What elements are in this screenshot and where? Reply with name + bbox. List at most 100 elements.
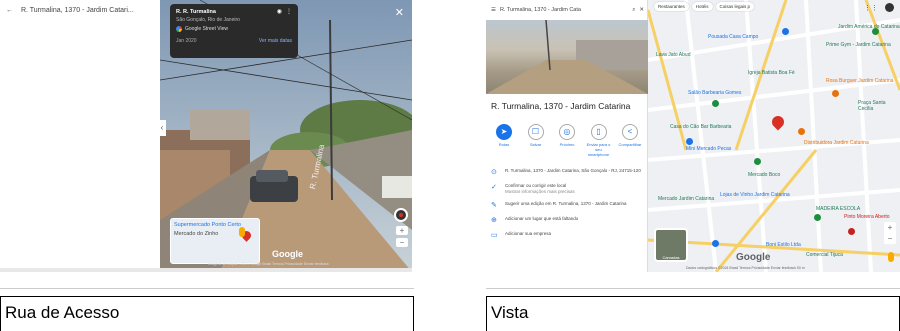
- caption-right: Vista: [486, 296, 900, 331]
- category-chips: Restaurantes Hotéis Coisas legais p: [654, 2, 755, 11]
- map-place-label[interactable]: Mini Mercado Pecas: [686, 146, 731, 152]
- poi-marker[interactable]: [782, 28, 789, 35]
- info-card-source-label: Google Street View: [185, 26, 228, 32]
- place-title: R. Turmalina, 1370 - Jardim Catarina: [491, 101, 631, 111]
- edit-icon: ✎: [491, 201, 497, 209]
- street-view-title: R. Turmalina, 1370 - Jardim Catari...: [20, 7, 134, 14]
- zoom-out-button[interactable]: −: [396, 238, 408, 247]
- caption-divider: [0, 288, 414, 289]
- poi-marker[interactable]: [712, 240, 719, 247]
- map-place-label[interactable]: Praça Santa Cecília: [858, 100, 900, 112]
- menu-icon[interactable]: ☰: [491, 7, 496, 13]
- poi-marker[interactable]: [872, 28, 879, 35]
- place-photo[interactable]: [486, 20, 648, 94]
- list-item-label: Adicionar um lugar que está faltando: [505, 215, 579, 221]
- layers-button[interactable]: Camadas: [654, 228, 688, 262]
- action-save-button[interactable]: ☐ Salvar: [522, 124, 550, 157]
- apps-icon[interactable]: ⋮⋮: [864, 4, 878, 12]
- place-photo-graphic: [486, 20, 648, 94]
- poi-marker[interactable]: [832, 90, 839, 97]
- action-label: Compartilhar: [618, 142, 642, 147]
- category-chip[interactable]: Coisas legais p: [715, 2, 755, 11]
- map-place-label[interactable]: Boni Estilo Ltda: [766, 242, 801, 248]
- location-info-card: R. R. Turmalina São Gonçalo, Rio de Jane…: [170, 4, 298, 58]
- list-item[interactable]: ⊕ Adicionar um lugar que está faltando: [491, 216, 645, 225]
- map-place-label[interactable]: Lojas de Vinho Jardim Catarina: [720, 192, 790, 198]
- map-place-label[interactable]: Rosa Burguer Jardim Catarina: [826, 78, 894, 84]
- poi-marker[interactable]: [814, 214, 821, 221]
- list-item-text: R. Turmalina, 1370 - Jardim Catarina, Sã…: [505, 168, 641, 177]
- more-dates-link[interactable]: Ver mais datas: [259, 38, 292, 44]
- map-place-label[interactable]: Jardim América do Catarina: [838, 24, 900, 30]
- directions-icon: ➤: [496, 124, 512, 140]
- action-label: Próximo: [559, 142, 575, 147]
- zoom-in-button[interactable]: +: [396, 226, 408, 235]
- caption-left: Rua de Acesso: [0, 296, 414, 331]
- location-pin-icon: ◉: [276, 9, 282, 15]
- category-chip[interactable]: Restaurantes: [654, 2, 689, 11]
- map-place-label[interactable]: Mercado Boco: [748, 172, 780, 178]
- phone-icon: ▯: [590, 124, 607, 140]
- list-item-text: Adicionar um lugar que está faltando: [505, 216, 578, 225]
- more-options-icon[interactable]: ⋮: [286, 8, 292, 15]
- info-card-title: R. R. Turmalina: [176, 9, 216, 15]
- nearby-icon: ◎: [559, 124, 575, 140]
- minimap[interactable]: Supermercado Ponto Certo Mercado do Zinh…: [170, 218, 260, 264]
- poi-marker[interactable]: [754, 158, 761, 165]
- maps-window: ☰ R. Turmalina, 1370 - Jardim Cata ⌕ ✕ R…: [486, 0, 900, 272]
- poi-marker[interactable]: [848, 228, 855, 235]
- close-search-icon[interactable]: ✕: [639, 7, 644, 13]
- search-bar[interactable]: ☰ R. Turmalina, 1370 - Jardim Cata ⌕ ✕: [488, 2, 644, 18]
- search-icon[interactable]: ⌕: [632, 7, 635, 14]
- map-place-label[interactable]: Pousada Casa Campo: [708, 34, 758, 40]
- zoom-controls[interactable]: + −: [884, 222, 896, 244]
- collapse-panel-icon[interactable]: ‹: [158, 120, 166, 136]
- list-item-label: Sugerir uma edição em R. Turmalina, 1370…: [505, 200, 627, 206]
- map-place-label[interactable]: MADEIRA ESCOLA: [816, 206, 860, 212]
- list-item[interactable]: ⊙ R. Turmalina, 1370 - Jardim Catarina, S…: [491, 168, 645, 177]
- place-details-panel: ☰ R. Turmalina, 1370 - Jardim Cata ⌕ ✕ R…: [486, 0, 648, 272]
- map-place-label[interactable]: Comercial Tijuca: [806, 252, 843, 258]
- poi-marker[interactable]: [798, 128, 805, 135]
- category-chip[interactable]: Hotéis: [691, 2, 713, 11]
- back-arrow-icon[interactable]: ←: [6, 7, 13, 14]
- list-item[interactable]: ✎ Sugerir uma edição em R. Turmalina, 137…: [491, 201, 645, 210]
- google-logo-icon: [176, 26, 182, 32]
- google-watermark: Google: [272, 249, 303, 259]
- list-item[interactable]: ▭ Adicionar sua empresa: [491, 231, 645, 240]
- record-icon[interactable]: [394, 208, 408, 222]
- pegman-icon[interactable]: [888, 252, 894, 262]
- poi-marker[interactable]: [686, 138, 693, 145]
- street-view-panorama[interactable]: R. R. Turmalina São Gonçalo, Rio de Jane…: [160, 0, 412, 272]
- pegman-icon[interactable]: [239, 227, 245, 237]
- save-icon: ☐: [527, 124, 544, 140]
- list-item[interactable]: ✓ Confirmar ou corrigir este local Mostrar…: [491, 183, 645, 195]
- map-place-label[interactable]: Casa do Cão Bar Barbearia: [670, 124, 731, 130]
- action-nearby-button[interactable]: ◎ Próximo: [553, 124, 581, 157]
- action-label: Rotas: [498, 142, 510, 147]
- action-label: Enviar para o seu smartphone: [586, 142, 611, 157]
- list-item-text: Confirmar ou corrigir este local Mostrar …: [505, 183, 575, 195]
- map-place-label[interactable]: Salão Barbearia Gomes: [688, 90, 741, 96]
- street-view-bottom-bar: [0, 268, 412, 272]
- map-place-label[interactable]: Mercado Jardim Catarina: [658, 196, 714, 202]
- info-card-subtitle: São Gonçalo, Rio de Janeiro: [176, 17, 240, 23]
- search-input[interactable]: R. Turmalina, 1370 - Jardim Cata: [500, 7, 628, 13]
- close-icon[interactable]: ✕: [395, 6, 404, 19]
- info-card-date-row: Jan 2020 Ver mais datas: [176, 38, 292, 44]
- action-share-button[interactable]: < Compartilhar: [616, 124, 644, 157]
- map-place-label[interactable]: Igreja Batista Boa Fé: [748, 70, 795, 76]
- action-label: Salvar: [529, 142, 542, 147]
- poi-marker[interactable]: [712, 100, 719, 107]
- list-item-text: Adicionar sua empresa: [505, 231, 551, 240]
- action-phone-button[interactable]: ▯ Enviar para o seu smartphone: [585, 124, 613, 157]
- map-place-label[interactable]: Prime Gym - Jardim Catarina: [826, 42, 891, 48]
- map-place-label[interactable]: Lava Jato Abud: [656, 52, 690, 58]
- action-directions-button[interactable]: ➤ Rotas: [490, 124, 518, 157]
- map-place-label[interactable]: Pinto Moreira Aberto: [844, 214, 890, 220]
- info-card-source: Google Street View: [176, 26, 292, 32]
- account-avatar[interactable]: [885, 3, 894, 12]
- place-actions: ➤ Rotas ☐ Salvar ◎ Próximo ▯ Enviar para o seu …: [490, 124, 644, 157]
- business-icon: ▭: [491, 231, 498, 239]
- map-place-label[interactable]: Distribuidora Jardim Catarina: [804, 140, 869, 146]
